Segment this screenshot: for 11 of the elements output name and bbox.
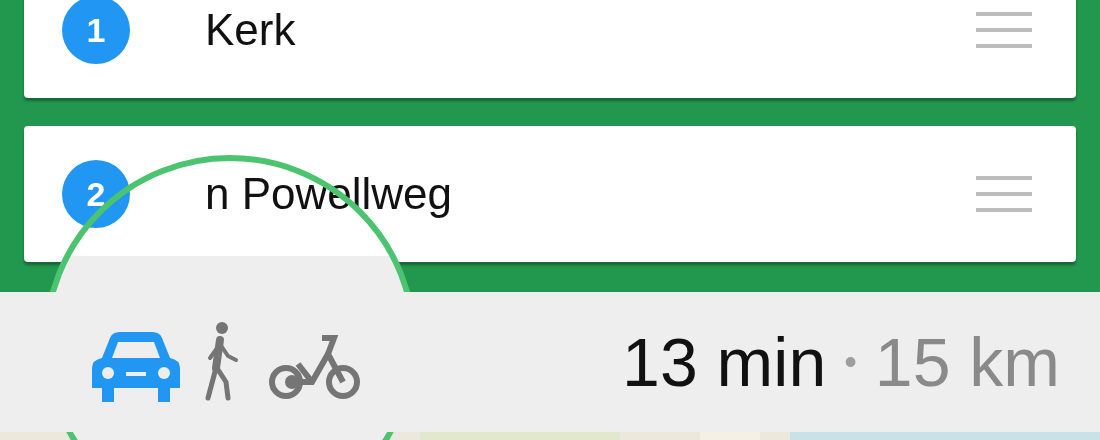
trip-distance: 15 km [874, 323, 1060, 401]
stop-number: 1 [62, 0, 130, 64]
stop-number: 2 [62, 160, 130, 228]
stop-card[interactable]: 1 Kerk [24, 0, 1076, 98]
drag-handle-icon[interactable] [976, 174, 1032, 214]
drag-handle-icon[interactable] [976, 10, 1032, 50]
bicycle-icon[interactable] [268, 332, 362, 402]
car-icon[interactable] [92, 332, 180, 402]
separator-dot: • [844, 341, 857, 383]
trip-duration: 13 min [622, 323, 827, 401]
stop-name: Kerk [205, 5, 297, 55]
